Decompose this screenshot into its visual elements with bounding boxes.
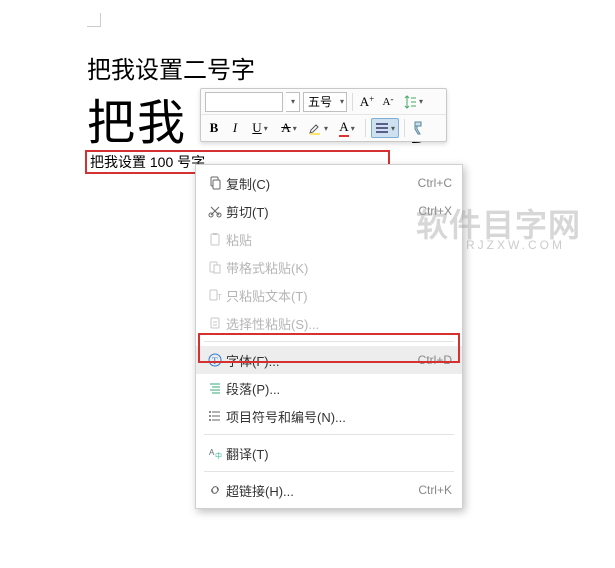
font-color-button[interactable]: A▾ [334,119,360,137]
menu-paste-text-only: T 只粘贴文本(T) [196,281,462,309]
toolbar-sep [404,119,405,137]
format-painter-icon [411,120,427,136]
hyperlink-icon [204,483,226,497]
menu-label: 选择性粘贴(S)... [226,314,452,333]
align-icon [375,122,389,134]
increase-font-button[interactable]: A+ [358,93,376,111]
page-margin-corner [87,13,101,27]
menu-label: 超链接(H)... [226,481,418,500]
menu-paste-with-format: 带格式粘贴(K) [196,253,462,281]
translate-icon: A中 [204,446,226,460]
highlight-icon [308,121,322,135]
mini-toolbar: ▾ 五号▾ A+ A- ▾ B I U▾ A▾ ▾ A▾ ▾ [200,88,447,142]
menu-hyperlink[interactable]: 超链接(H)... Ctrl+K [196,476,462,504]
menu-paste-special: 选择性粘贴(S)... [196,309,462,337]
font-name-dropdown[interactable]: ▾ [286,92,300,112]
menu-label: 剪切(T) [226,202,418,221]
doc-text-line3: 把我设置 100 号字 [90,152,205,172]
menu-label: 段落(P)... [226,379,452,398]
decrease-font-button[interactable]: A- [379,93,397,111]
line-spacing-button[interactable]: ▾ [400,93,426,111]
menu-translate[interactable]: A中 翻译(T) [196,439,462,467]
paste-text-icon: T [204,288,226,302]
menu-separator [204,434,454,435]
highlight-button[interactable]: ▾ [305,119,331,137]
paste-format-icon [204,260,226,274]
menu-font[interactable]: T 字体(F)... Ctrl+D [196,346,462,374]
align-button[interactable]: ▾ [371,118,399,138]
toolbar-row-top: ▾ 五号▾ A+ A- ▾ [201,89,446,115]
font-icon: T [204,353,226,367]
toolbar-sep [365,119,366,137]
menu-shortcut: Ctrl+D [418,353,452,367]
copy-icon [204,176,226,190]
underline-button[interactable]: U▾ [247,119,273,137]
svg-text:T: T [212,356,218,366]
menu-copy[interactable]: 复制(C) Ctrl+C [196,169,462,197]
bold-button[interactable]: B [205,119,223,137]
svg-text:中: 中 [215,451,222,460]
watermark-url: RJZXW.COM [466,238,565,252]
bullets-icon [204,409,226,423]
menu-bullets-numbering[interactable]: 项目符号和编号(N)... [196,402,462,430]
strikethrough-button[interactable]: A▾ [276,119,302,137]
paragraph-icon [204,381,226,395]
toolbar-sep [352,93,353,111]
menu-label: 复制(C) [226,174,418,193]
menu-label: 字体(F)... [226,351,418,370]
font-name-select[interactable] [205,92,283,112]
menu-shortcut: Ctrl+K [418,483,452,497]
menu-label: 项目符号和编号(N)... [226,407,452,426]
menu-paragraph[interactable]: 段落(P)... [196,374,462,402]
doc-text-line1: 把我设置二号字 [87,50,255,85]
menu-label: 只粘贴文本(T) [226,286,452,305]
doc-text-line2a: 把我 [87,97,187,150]
menu-label: 翻译(T) [226,444,452,463]
font-size-select[interactable]: 五号▾ [303,92,347,112]
paste-special-icon [204,316,226,330]
svg-text:T: T [217,293,222,302]
font-size-value: 五号 [308,93,332,110]
menu-label: 带格式粘贴(K) [226,258,452,277]
menu-separator [204,471,454,472]
menu-separator [204,341,454,342]
cut-icon [204,204,226,218]
toolbar-row-bottom: B I U▾ A▾ ▾ A▾ ▾ [201,115,446,141]
paste-icon [204,232,226,246]
format-painter-button[interactable] [410,119,428,137]
italic-button[interactable]: I [226,119,244,137]
line-spacing-icon [403,95,417,109]
menu-shortcut: Ctrl+C [418,176,452,190]
